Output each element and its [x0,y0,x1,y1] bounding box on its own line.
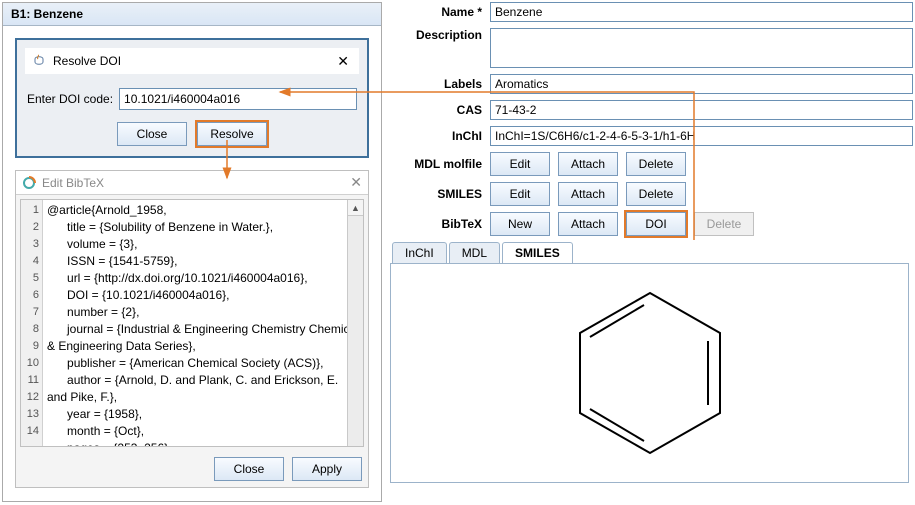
bibtex-doi-button[interactable]: DOI [626,212,686,236]
molecule-view [390,263,909,483]
smiles-attach-button[interactable]: Attach [558,182,618,206]
java-cup-icon [31,53,47,69]
resolve-button[interactable]: Resolve [197,122,267,146]
bibtex-delete-button: Delete [694,212,754,236]
bibtex-close-icon[interactable]: ✕ [350,174,362,191]
bibtex-titlebar: Edit BibTeX ✕ [16,171,368,195]
resolve-close-button[interactable]: Close [117,122,187,146]
left-panel-title: B1: Benzene [3,3,381,26]
mdl-delete-button[interactable]: Delete [626,152,686,176]
resolve-doi-titlebar: Resolve DOI ✕ [25,48,359,74]
inchi-label: InChI [390,129,490,143]
smiles-label: SMILES [390,187,490,201]
bibtex-title: Edit BibTeX [42,176,104,190]
scroll-up-arrow-icon[interactable]: ▲ [348,200,363,216]
inchi-input[interactable] [490,126,913,146]
editor-scrollbar[interactable]: ▲ [347,200,363,446]
tab-smiles[interactable]: SMILES [502,242,573,263]
labels-input[interactable] [490,74,913,94]
left-panel: B1: Benzene Resolve DOI ✕ Enter DOI code… [2,2,382,502]
smiles-delete-button[interactable]: Delete [626,182,686,206]
app-ring-icon [22,176,36,190]
edit-bibtex-window: Edit BibTeX ✕ 1 2 3 4 5 6 7 8 9 10 11 12… [15,170,369,488]
cas-label: CAS [390,103,490,117]
bibtex-apply-button[interactable]: Apply [292,457,362,481]
bibtex-editor[interactable]: 1 2 3 4 5 6 7 8 9 10 11 12 13 14 @articl… [20,199,364,447]
editor-gutter: 1 2 3 4 5 6 7 8 9 10 11 12 13 14 [21,200,43,446]
labels-label: Labels [390,77,490,91]
name-label: Name * [390,5,490,19]
bibtex-attach-button[interactable]: Attach [558,212,618,236]
structure-tabs: InChI MDL SMILES [392,242,913,263]
editor-textarea[interactable]: @article{Arnold_1958, title = {Solubilit… [43,200,363,446]
tab-inchi[interactable]: InChI [392,242,447,263]
resolve-doi-title: Resolve DOI [53,54,333,68]
name-input[interactable] [490,2,913,22]
benzene-structure-icon [550,273,750,473]
bibtex-close-button[interactable]: Close [214,457,284,481]
doi-label: Enter DOI code: [27,92,113,106]
bibtex-label: BibTeX [390,217,490,231]
description-input[interactable] [490,28,913,68]
doi-input[interactable] [119,88,357,110]
smiles-edit-button[interactable]: Edit [490,182,550,206]
cas-input[interactable] [490,100,913,120]
mdl-attach-button[interactable]: Attach [558,152,618,176]
description-label: Description [390,28,490,42]
mdl-edit-button[interactable]: Edit [490,152,550,176]
close-icon[interactable]: ✕ [333,53,353,70]
mdl-label: MDL molfile [390,157,490,171]
properties-panel: Name * Description Labels CAS InChI MDL … [390,2,913,503]
tab-mdl[interactable]: MDL [449,242,500,263]
resolve-doi-dialog: Resolve DOI ✕ Enter DOI code: Close Reso… [15,38,369,158]
bibtex-new-button[interactable]: New [490,212,550,236]
